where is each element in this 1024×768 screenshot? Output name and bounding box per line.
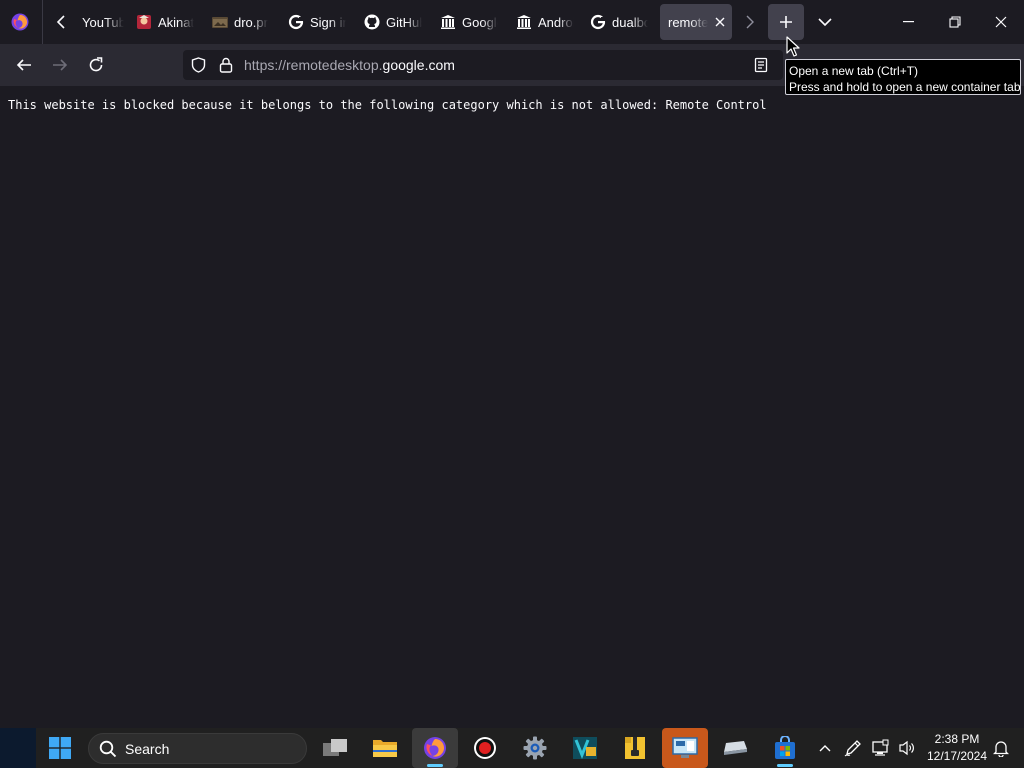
tab-dualboot[interactable]: dualboot — [590, 4, 650, 40]
url-prefix: https://remotedesktop. — [244, 57, 383, 73]
folder-icon — [373, 740, 397, 757]
taskbar: Search 2:38 PM 12/17/2024 — [0, 728, 1024, 768]
close-window-button[interactable] — [978, 0, 1024, 44]
forward-arrow-icon — [53, 59, 68, 71]
record-icon — [474, 737, 496, 759]
tab-sign-in[interactable]: Sign in — [288, 4, 346, 40]
tab-title: Android — [538, 14, 574, 30]
tooltip-line-1: Open a new tab (Ctrl+T) — [789, 64, 919, 78]
tab-github[interactable]: GitHub — [364, 4, 424, 40]
lock-icon[interactable] — [218, 57, 234, 73]
gear-icon — [523, 736, 547, 760]
library-icon — [516, 14, 532, 30]
scroll-tabs-left-chevron-icon[interactable] — [48, 0, 76, 44]
drive-app-button[interactable] — [712, 728, 758, 768]
new-tab-button[interactable] — [768, 4, 804, 40]
clock-time: 2:38 PM — [934, 732, 980, 746]
reader-view-icon[interactable] — [753, 57, 769, 73]
reload-icon — [89, 57, 103, 72]
new-tab-tooltip: Open a new tab (Ctrl+T) Press and hold t… — [785, 59, 1021, 95]
tab-title: Akinator — [158, 14, 194, 30]
tooltip-line-2: Press and hold to open a new container t… — [789, 80, 1021, 94]
list-all-tabs-chevron-down-icon[interactable] — [810, 0, 840, 44]
firefox-view-icon[interactable] — [0, 0, 40, 44]
firefox-icon — [424, 737, 446, 759]
monitor-app-icon — [672, 737, 698, 758]
google-icon — [288, 14, 304, 30]
tab-remotedesktop-active[interactable]: remotedesktop — [660, 4, 732, 40]
minimize-button[interactable] — [886, 0, 932, 44]
folder-image-icon — [212, 14, 228, 30]
back-button[interactable] — [8, 49, 40, 81]
akinator-icon — [136, 14, 152, 30]
url-bar[interactable]: https://remotedesktop.google.com — [183, 50, 783, 80]
control-panel-button[interactable] — [662, 728, 708, 768]
clock-date: 12/17/2024 — [926, 749, 988, 763]
tab-title: GitHub — [386, 14, 422, 30]
taskbar-clock[interactable]: 2:38 PM 12/17/2024 — [924, 731, 990, 765]
tab-akinator[interactable]: Akinator — [136, 4, 194, 40]
mouse-cursor-icon — [786, 36, 800, 57]
show-hidden-icons-chevron-up-icon[interactable] — [812, 728, 838, 768]
page-content: This website is blocked because it belon… — [0, 86, 1024, 728]
start-button[interactable] — [37, 728, 83, 768]
taskbar-search-box[interactable]: Search — [88, 733, 307, 764]
search-label: Search — [125, 740, 170, 757]
notifications-bell-icon[interactable] — [988, 728, 1014, 768]
close-icon — [995, 16, 1007, 28]
app-v-icon — [573, 737, 597, 760]
close-tab-icon[interactable] — [712, 14, 728, 30]
store-bag-icon — [775, 736, 795, 759]
tab-strip: YouTube Akinator dro.pro Sign in GitHub — [0, 0, 1024, 44]
tab-dro-pro[interactable]: dro.pro — [212, 4, 268, 40]
restore-icon — [949, 16, 961, 28]
pen-menu-icon[interactable] — [840, 728, 866, 768]
tab-title: dualboot — [612, 14, 648, 30]
back-arrow-icon — [16, 59, 31, 71]
tab-youtube[interactable]: YouTube — [82, 4, 130, 40]
screen-recorder-button[interactable] — [462, 728, 508, 768]
library-icon — [440, 14, 456, 30]
minimize-icon — [903, 21, 914, 23]
blocked-message: This website is blocked because it belon… — [8, 98, 767, 112]
shield-icon[interactable] — [190, 57, 206, 73]
task-view-icon — [323, 739, 347, 756]
tab-divider — [42, 0, 43, 44]
tab-title: YouTube — [82, 14, 124, 30]
windows-logo-icon — [49, 737, 71, 759]
task-view-button[interactable] — [312, 728, 358, 768]
archive-icon — [625, 737, 645, 759]
volume-icon[interactable] — [894, 728, 920, 768]
tab-title: Google — [462, 14, 498, 30]
plus-icon — [780, 16, 792, 28]
microsoft-store-button[interactable] — [762, 728, 808, 768]
running-indicator — [777, 764, 793, 767]
github-icon — [364, 14, 380, 30]
drive-icon — [724, 741, 747, 755]
vs-app-button[interactable] — [562, 728, 608, 768]
network-icon[interactable] — [867, 728, 893, 768]
restore-button[interactable] — [932, 0, 978, 44]
reload-button[interactable] — [80, 49, 112, 81]
firefox-taskbar-button[interactable] — [412, 728, 458, 768]
tab-title: dro.pro — [234, 14, 268, 30]
file-explorer-button[interactable] — [362, 728, 408, 768]
tab-title: Sign in — [310, 14, 346, 30]
running-indicator — [427, 764, 443, 767]
taskbar-widgets-area[interactable] — [0, 728, 36, 768]
url-text[interactable]: https://remotedesktop.google.com — [244, 57, 455, 73]
archive-app-button[interactable] — [612, 728, 658, 768]
tab-google[interactable]: Google — [440, 4, 498, 40]
tab-title: remotedesktop — [668, 14, 708, 30]
tab-android[interactable]: Android — [516, 4, 574, 40]
search-icon — [99, 740, 117, 757]
forward-button[interactable] — [44, 49, 76, 81]
scroll-tabs-right-chevron-icon[interactable] — [737, 0, 763, 44]
settings-button[interactable] — [512, 728, 558, 768]
url-host: google.com — [382, 57, 455, 73]
google-icon — [590, 14, 606, 30]
